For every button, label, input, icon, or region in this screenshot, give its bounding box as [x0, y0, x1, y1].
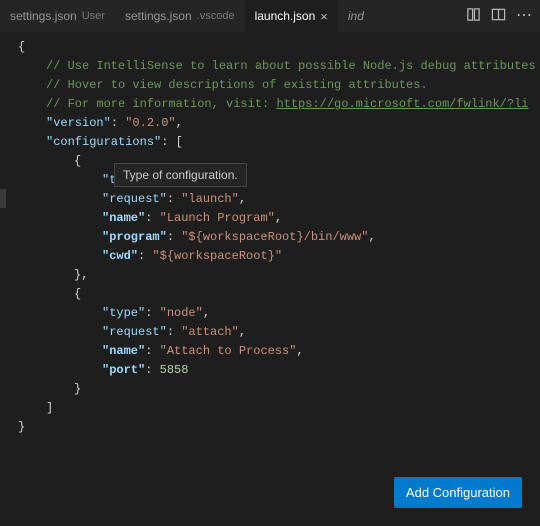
comment: // Hover to view descriptions of existin…	[46, 78, 428, 92]
comment: // Use IntelliSense to learn about possi…	[46, 59, 536, 73]
brace: },	[74, 268, 88, 282]
comment: // For more information, visit:	[46, 97, 276, 111]
json-string: "Launch Program"	[160, 211, 275, 225]
more-icon[interactable]: ⋯	[516, 8, 532, 24]
json-key: "name"	[102, 344, 145, 358]
json-key: "name"	[102, 211, 145, 225]
json-key: "request"	[102, 325, 167, 339]
json-key: "cwd"	[102, 249, 138, 263]
json-key: "port"	[102, 363, 145, 377]
json-key: "type"	[102, 306, 145, 320]
brace: {	[18, 40, 25, 54]
tab-ind[interactable]: ind	[338, 0, 374, 32]
tab-settings-user[interactable]: settings.json User	[0, 0, 115, 32]
close-icon[interactable]: ×	[320, 10, 328, 23]
tab-settings-vscode[interactable]: settings.json .vscode	[115, 0, 245, 32]
brace: {	[74, 154, 81, 168]
json-string: "0.2.0"	[125, 116, 175, 130]
bracket: ]	[46, 401, 53, 415]
tab-label: ind	[348, 9, 364, 23]
json-string: "${workspaceRoot}"	[152, 249, 282, 263]
editor-tabs: settings.json User settings.json .vscode…	[0, 0, 540, 32]
tab-label: settings.json	[10, 9, 77, 23]
add-configuration-button[interactable]: Add Configuration	[394, 477, 522, 508]
tab-launch-json[interactable]: launch.json ×	[245, 0, 338, 32]
tab-label: settings.json	[125, 9, 192, 23]
tab-label: launch.json	[255, 9, 316, 23]
json-number: 5858	[160, 363, 189, 377]
brace: }	[18, 420, 25, 434]
tab-desc: User	[82, 10, 105, 22]
json-string: "attach"	[181, 325, 239, 339]
json-key: "configurations"	[46, 135, 161, 149]
tab-desc: .vscode	[197, 10, 235, 22]
split-editor-icon[interactable]	[491, 7, 506, 25]
json-string: "Attach to Process"	[160, 344, 297, 358]
json-string: "${workspaceRoot}/bin/www"	[181, 230, 368, 244]
hover-tooltip: Type of configuration.	[114, 163, 247, 187]
code-editor[interactable]: { // Use IntelliSense to learn about pos…	[0, 32, 540, 437]
brace: {	[74, 287, 81, 301]
json-string: "launch"	[181, 192, 239, 206]
json-key: "version"	[46, 116, 111, 130]
json-key: "request"	[102, 192, 167, 206]
json-key: "program"	[102, 230, 167, 244]
doc-link[interactable]: https://go.microsoft.com/fwlink/?li	[276, 97, 528, 111]
compare-icon[interactable]	[466, 7, 481, 25]
brace: }	[74, 382, 81, 396]
json-string: "node"	[160, 306, 203, 320]
